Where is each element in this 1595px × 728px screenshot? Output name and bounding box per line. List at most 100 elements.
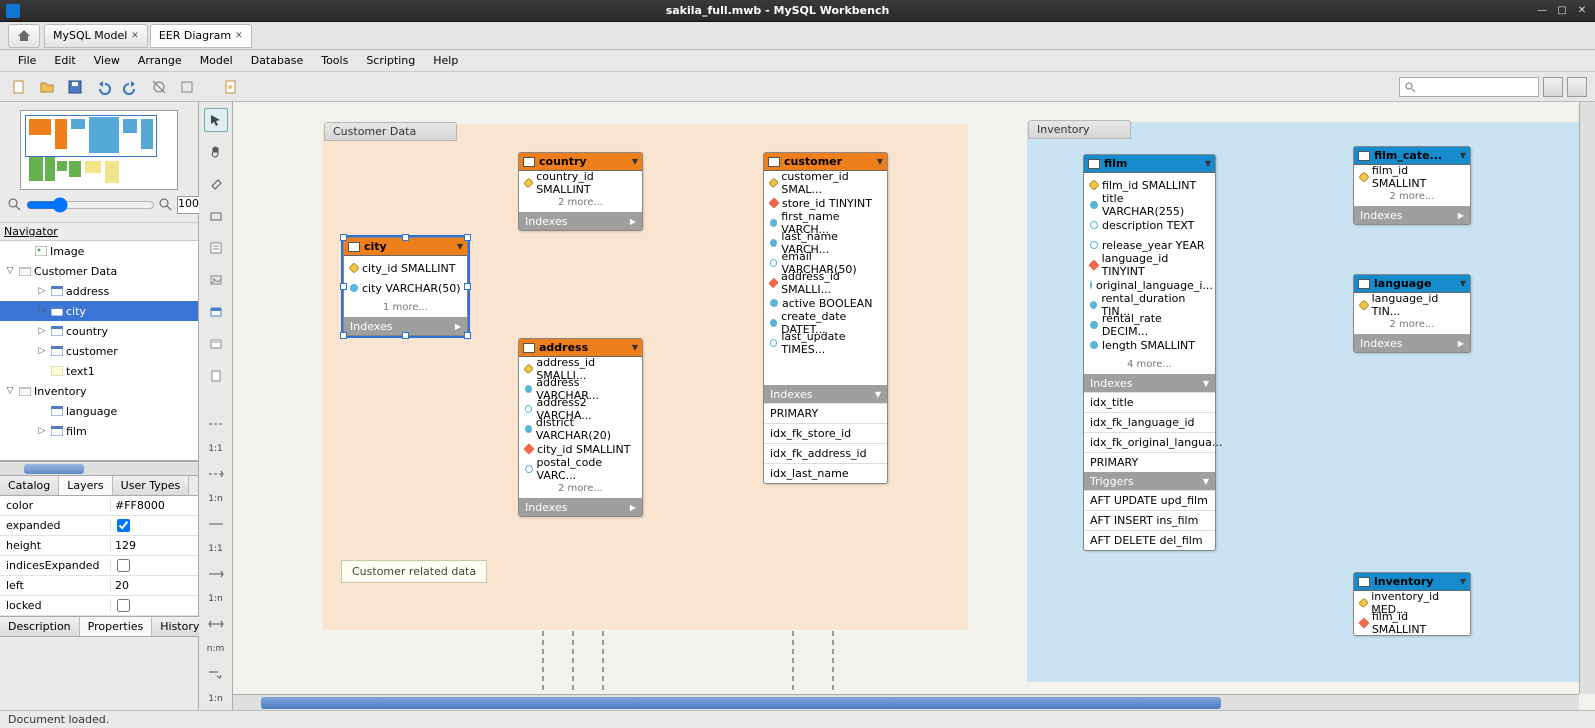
property-checkbox[interactable] [117, 599, 130, 612]
chevron-right-icon[interactable]: ▶ [630, 503, 636, 512]
table-customer[interactable]: customer▼ customer_id SMAL... store_id T… [763, 152, 888, 484]
tree-row[interactable]: ▷city [0, 301, 198, 321]
tree-row[interactable]: ▽Customer Data [0, 261, 198, 281]
menu-arrange[interactable]: Arrange [130, 51, 190, 70]
chevron-right-icon[interactable]: ▶ [455, 322, 461, 331]
property-checkbox[interactable] [117, 559, 130, 572]
chevron-right-icon[interactable]: ▶ [1458, 211, 1464, 220]
expand-toggle[interactable]: ▽ [4, 266, 16, 276]
tree-row[interactable]: language [0, 401, 198, 421]
property-value[interactable]: #FF8000 [110, 499, 198, 512]
more-columns[interactable]: 2 more... [519, 481, 642, 498]
expand-toggle[interactable]: ▷ [36, 326, 48, 336]
save-button[interactable] [64, 76, 86, 98]
chevron-right-icon[interactable]: ▶ [1458, 339, 1464, 348]
new-file-button[interactable] [8, 76, 30, 98]
table-address[interactable]: address▼ address_id SMALLI... address VA… [518, 338, 643, 517]
chevron-down-icon[interactable]: ▼ [875, 390, 881, 399]
chevron-down-icon[interactable]: ▼ [632, 157, 638, 166]
chevron-right-icon[interactable]: ▶ [630, 217, 636, 226]
more-columns[interactable]: 2 more... [519, 195, 642, 212]
table-film-category[interactable]: film_cate...▼ film_id SMALLINT 2 more...… [1353, 146, 1471, 225]
close-icon[interactable]: ✕ [131, 31, 139, 41]
text-tool[interactable] [204, 236, 228, 260]
table-language[interactable]: language▼ language_id TIN... 2 more... I… [1353, 274, 1471, 353]
tab-layers[interactable]: Layers [59, 476, 112, 495]
table-country[interactable]: country▼ country_id SMALLINT 2 more... I… [518, 152, 643, 231]
select-tool[interactable] [204, 108, 228, 132]
search-field[interactable] [1399, 77, 1539, 97]
rel-existing-tool[interactable] [204, 662, 228, 686]
tree-row[interactable]: ▷film [0, 421, 198, 441]
zoom-out-button[interactable] [8, 197, 22, 213]
tab-properties[interactable]: Properties [80, 617, 153, 636]
align-toggle-button[interactable] [176, 76, 198, 98]
property-value[interactable]: 20 [110, 579, 198, 592]
hand-tool[interactable] [204, 140, 228, 164]
chevron-down-icon[interactable]: ▼ [1460, 279, 1466, 288]
chevron-down-icon[interactable]: ▼ [1460, 151, 1466, 160]
menu-scripting[interactable]: Scripting [358, 51, 423, 70]
more-columns[interactable]: 2 more... [1354, 317, 1470, 334]
expand-toggle[interactable]: ▷ [36, 286, 48, 296]
menu-edit[interactable]: Edit [46, 51, 83, 70]
view-tool[interactable] [204, 332, 228, 356]
object-tree[interactable]: Image▽Customer Data▷address▷city▷country… [0, 241, 198, 461]
more-columns[interactable]: 1 more... [344, 300, 467, 317]
tree-row[interactable]: ▷customer [0, 341, 198, 361]
expand-toggle[interactable]: ▷ [36, 306, 48, 316]
tree-row[interactable]: text1 [0, 361, 198, 381]
minimize-button[interactable]: — [1535, 4, 1549, 18]
home-button[interactable] [8, 24, 40, 48]
expand-toggle[interactable]: ▷ [36, 426, 48, 436]
menu-help[interactable]: Help [425, 51, 466, 70]
toggle-side-panel-button[interactable] [1543, 77, 1563, 97]
canvas-scrollbar-v[interactable] [1579, 102, 1595, 694]
table-tool[interactable] [204, 300, 228, 324]
tab-catalog[interactable]: Catalog [0, 476, 59, 495]
tree-row[interactable]: ▽Inventory [0, 381, 198, 401]
tree-row[interactable]: ▷address [0, 281, 198, 301]
table-city[interactable]: city▼ city_id SMALLINT city VARCHAR(50) … [343, 237, 468, 336]
tab-eer-diagram[interactable]: EER Diagram ✕ [150, 24, 252, 48]
menu-tools[interactable]: Tools [313, 51, 356, 70]
maximize-button[interactable]: □ [1555, 4, 1569, 18]
chevron-down-icon[interactable]: ▼ [632, 343, 638, 352]
table-inventory[interactable]: inventory▼ inventory_id MED... film_id S… [1353, 572, 1471, 636]
chevron-down-icon[interactable]: ▼ [457, 242, 463, 251]
property-checkbox[interactable] [117, 519, 130, 532]
toggle-side-panel-2-button[interactable] [1567, 77, 1587, 97]
property-value[interactable]: 129 [110, 539, 198, 552]
close-icon[interactable]: ✕ [235, 31, 243, 41]
property-value[interactable] [110, 519, 198, 532]
layer-tool[interactable] [204, 204, 228, 228]
menu-file[interactable]: File [10, 51, 44, 70]
zoom-in-button[interactable] [159, 197, 173, 213]
script-button[interactable] [220, 76, 242, 98]
expand-toggle[interactable]: ▷ [36, 346, 48, 356]
table-film[interactable]: film▼ film_id SMALLINT title VARCHAR(255… [1083, 154, 1216, 551]
rel-1-1-nonid-tool[interactable] [204, 412, 228, 436]
more-columns[interactable]: 2 more... [1354, 189, 1470, 206]
eer-canvas[interactable]: Customer Data Inventory city▼ city_id SM… [233, 102, 1593, 702]
open-file-button[interactable] [36, 76, 58, 98]
eraser-tool[interactable] [204, 172, 228, 196]
tab-description[interactable]: Description [0, 617, 80, 636]
chevron-down-icon[interactable]: ▼ [1203, 477, 1209, 486]
tab-user-types[interactable]: User Types [113, 476, 190, 495]
rel-1-n-nonid-tool[interactable] [204, 462, 228, 486]
chevron-down-icon[interactable]: ▼ [1203, 379, 1209, 388]
canvas-scrollbar-h[interactable] [233, 694, 1579, 710]
zoom-slider[interactable] [26, 198, 155, 212]
chevron-down-icon[interactable]: ▼ [877, 157, 883, 166]
canvas-note[interactable]: Customer related data [341, 560, 487, 583]
more-columns[interactable]: 4 more... [1084, 357, 1215, 374]
menu-database[interactable]: Database [243, 51, 312, 70]
rel-1-1-id-tool[interactable] [204, 512, 228, 536]
routine-tool[interactable] [204, 364, 228, 388]
tree-scrollbar-h[interactable] [0, 461, 198, 475]
property-value[interactable] [110, 559, 198, 572]
property-value[interactable] [110, 599, 198, 612]
chevron-down-icon[interactable]: ▼ [1205, 159, 1211, 168]
tree-row[interactable]: ▷country [0, 321, 198, 341]
